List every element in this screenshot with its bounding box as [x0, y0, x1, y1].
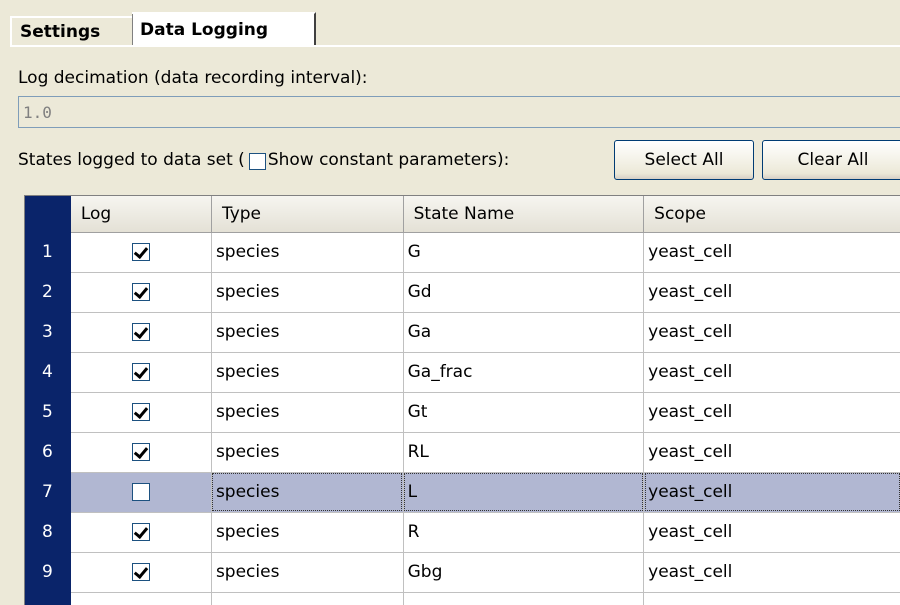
- log-checkbox[interactable]: [131, 523, 150, 541]
- states-label-prefix: States logged to data set (: [18, 150, 245, 170]
- select-all-button[interactable]: Select All: [614, 140, 754, 180]
- column-header-type[interactable]: Type: [211, 196, 404, 233]
- log-checkbox[interactable]: [131, 443, 150, 461]
- scope-cell[interactable]: yeast_cell: [643, 392, 900, 433]
- state-name-cell[interactable]: Gt: [403, 392, 645, 433]
- row-number: 4: [25, 352, 71, 392]
- type-cell[interactable]: species: [211, 232, 404, 273]
- log-cell: [70, 432, 212, 473]
- column-header-log[interactable]: Log: [70, 196, 212, 233]
- table-row[interactable]: 7 species Lyeast_cell: [25, 472, 900, 513]
- table-row[interactable]: 4 species Ga_frac yeast_cell: [25, 352, 900, 393]
- states-grid: Log Type State Name Scope 1 species Gyeast…: [25, 196, 900, 605]
- row-number: 1: [25, 232, 71, 272]
- empty-cell: [403, 592, 645, 605]
- scope-cell[interactable]: yeast_cell: [643, 512, 900, 553]
- state-name-cell[interactable]: R: [403, 512, 645, 553]
- log-checkbox[interactable]: [131, 283, 150, 301]
- type-cell[interactable]: species: [211, 472, 404, 513]
- log-checkbox[interactable]: [131, 483, 150, 501]
- log-checkbox[interactable]: [131, 323, 150, 341]
- scope-cell[interactable]: yeast_cell: [643, 312, 900, 353]
- log-checkbox[interactable]: [131, 563, 150, 581]
- state-name-cell[interactable]: L: [403, 472, 645, 513]
- states-logged-label: States logged to data set ( Show constan…: [18, 150, 509, 170]
- log-cell: [70, 552, 212, 593]
- show-constant-parameters-label: Show constant parameters):: [267, 150, 510, 170]
- table-row[interactable]: 9 species Gbg yeast_cell: [25, 552, 900, 593]
- table-row[interactable]: 2 species Gd yeast_cell: [25, 272, 900, 313]
- table-row[interactable]: 3 species Ga yeast_cell: [25, 312, 900, 353]
- decimation-label: Log decimation (data recording interval)…: [18, 68, 368, 88]
- row-number: 3: [25, 312, 71, 352]
- log-checkbox[interactable]: [131, 403, 150, 421]
- column-header-state-name[interactable]: State Name: [403, 196, 645, 233]
- tab-settings[interactable]: Settings: [10, 16, 132, 46]
- log-checkbox[interactable]: [131, 363, 150, 381]
- decimation-input[interactable]: [18, 96, 900, 128]
- type-cell[interactable]: species: [211, 352, 404, 393]
- row-number: 2: [25, 272, 71, 312]
- state-name-cell[interactable]: Ga_frac: [403, 352, 645, 393]
- log-cell: [70, 272, 212, 313]
- empty-cell: [211, 592, 404, 605]
- log-cell: [70, 312, 212, 353]
- state-name-cell[interactable]: G: [403, 232, 645, 273]
- log-checkbox[interactable]: [131, 243, 150, 261]
- row-number: 5: [25, 392, 71, 432]
- tab-data-logging[interactable]: Data Logging: [132, 12, 316, 46]
- scope-cell[interactable]: yeast_cell: [643, 432, 900, 473]
- state-name-cell[interactable]: Gbg: [403, 552, 645, 593]
- scope-cell[interactable]: yeast_cell: [643, 552, 900, 593]
- states-table: Log Type State Name Scope 1 species Gyeast…: [24, 195, 900, 605]
- type-cell[interactable]: species: [211, 552, 404, 593]
- type-cell[interactable]: species: [211, 272, 404, 313]
- column-header-scope[interactable]: Scope: [643, 196, 900, 233]
- scope-cell[interactable]: yeast_cell: [643, 352, 900, 393]
- empty-cell: [643, 592, 900, 605]
- table-row[interactable]: 5 species Gt yeast_cell: [25, 392, 900, 433]
- table-row[interactable]: 1 species Gyeast_cell: [25, 232, 900, 273]
- scope-cell[interactable]: yeast_cell: [643, 232, 900, 273]
- table-row-empty: [25, 592, 900, 605]
- empty-cell: [70, 592, 212, 605]
- row-number: 8: [25, 512, 71, 552]
- state-name-cell[interactable]: Gd: [403, 272, 645, 313]
- state-name-cell[interactable]: Ga: [403, 312, 645, 353]
- log-cell: [70, 512, 212, 553]
- log-cell: [70, 232, 212, 273]
- state-name-cell[interactable]: RL: [403, 432, 645, 473]
- type-cell[interactable]: species: [211, 512, 404, 553]
- type-cell[interactable]: species: [211, 392, 404, 433]
- tab-divider: [10, 45, 900, 47]
- show-constant-parameters-checkbox[interactable]: [248, 152, 266, 170]
- table-row[interactable]: 8 species Ryeast_cell: [25, 512, 900, 553]
- scope-cell[interactable]: yeast_cell: [643, 472, 900, 513]
- row-header-corner: [25, 196, 71, 232]
- row-number: [25, 592, 71, 605]
- row-number: 6: [25, 432, 71, 472]
- log-cell: [70, 352, 212, 393]
- log-cell: [70, 392, 212, 433]
- clear-all-button[interactable]: Clear All: [762, 140, 900, 180]
- table-header-row: Log Type State Name Scope: [25, 196, 900, 233]
- row-number: 7: [25, 472, 71, 512]
- row-number: 9: [25, 552, 71, 592]
- table-row[interactable]: 6 species RL yeast_cell: [25, 432, 900, 473]
- type-cell[interactable]: species: [211, 312, 404, 353]
- scope-cell[interactable]: yeast_cell: [643, 272, 900, 313]
- type-cell[interactable]: species: [211, 432, 404, 473]
- log-cell: [70, 472, 212, 513]
